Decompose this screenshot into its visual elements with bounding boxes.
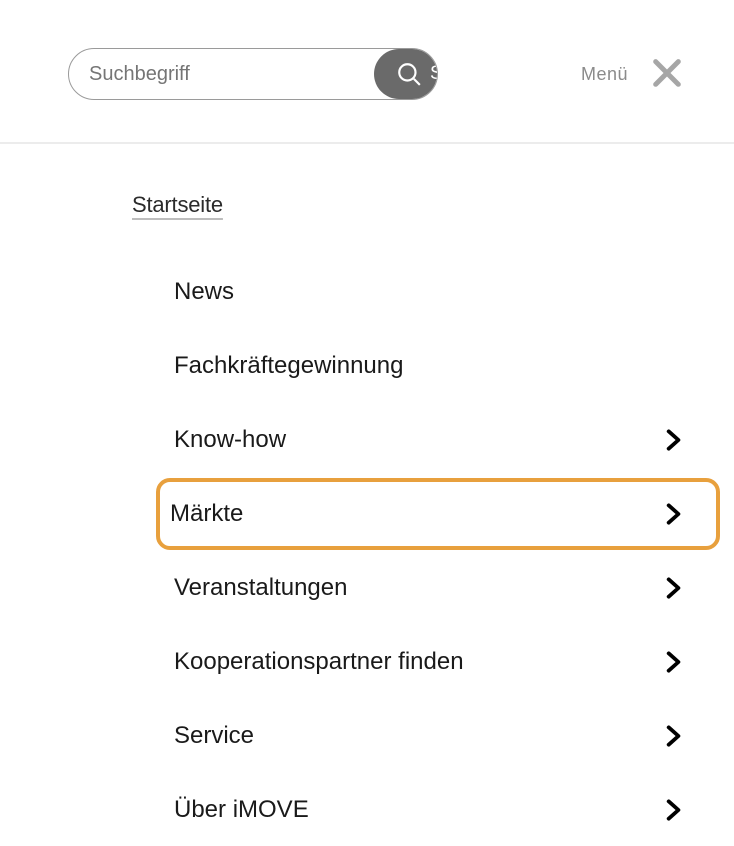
menu-item-label: Know-how <box>174 426 660 454</box>
search-button-label: Suchen <box>430 63 438 85</box>
menu-item-kooperationspartner-finden[interactable]: Kooperationspartner finden <box>170 626 720 698</box>
close-icon <box>650 56 684 90</box>
menu-item-label: Fachkräftegewinnung <box>174 352 690 380</box>
menu-item-label: Veranstaltungen <box>174 574 660 602</box>
menu-item-märkte[interactable]: Märkte <box>156 478 720 550</box>
search-icon <box>396 61 422 87</box>
breadcrumb-startseite[interactable]: Startseite <box>132 192 223 218</box>
search-button[interactable]: Suchen <box>374 49 438 99</box>
chevron-right-icon <box>660 649 686 675</box>
menu-item-label: Kooperationspartner finden <box>174 648 660 676</box>
menu-close-group: Menü <box>581 52 688 97</box>
menu-item-label: Service <box>174 722 660 750</box>
search-input[interactable] <box>69 63 374 86</box>
menu-label: Menü <box>581 64 628 85</box>
menu-item-fachkräftegewinnung[interactable]: Fachkräftegewinnung <box>170 330 720 402</box>
menu-item-label: Märkte <box>170 500 660 528</box>
menu-item-label: Über iMOVE <box>174 796 660 824</box>
chevron-right-icon <box>660 427 686 453</box>
chevron-right-icon <box>660 501 686 527</box>
menu-item-label: News <box>174 278 690 306</box>
menu-item-veranstaltungen[interactable]: Veranstaltungen <box>170 552 720 624</box>
menu-item-über-imove[interactable]: Über iMOVE <box>170 774 720 846</box>
search-container: Suchen <box>68 48 438 100</box>
chevron-right-icon <box>660 575 686 601</box>
menu-item-service[interactable]: Service <box>170 700 720 772</box>
chevron-right-icon <box>660 723 686 749</box>
menu-item-news[interactable]: News <box>170 256 720 328</box>
close-menu-button[interactable] <box>646 52 688 97</box>
main-navigation: Startseite News Fachkräftegewinnung Know-h… <box>0 144 734 846</box>
menu-item-know-how[interactable]: Know-how <box>170 404 720 476</box>
menu-list: News Fachkräftegewinnung Know-how Märkte Ver… <box>132 256 720 846</box>
header-bar: Suchen Menü <box>0 0 734 144</box>
chevron-right-icon <box>660 797 686 823</box>
